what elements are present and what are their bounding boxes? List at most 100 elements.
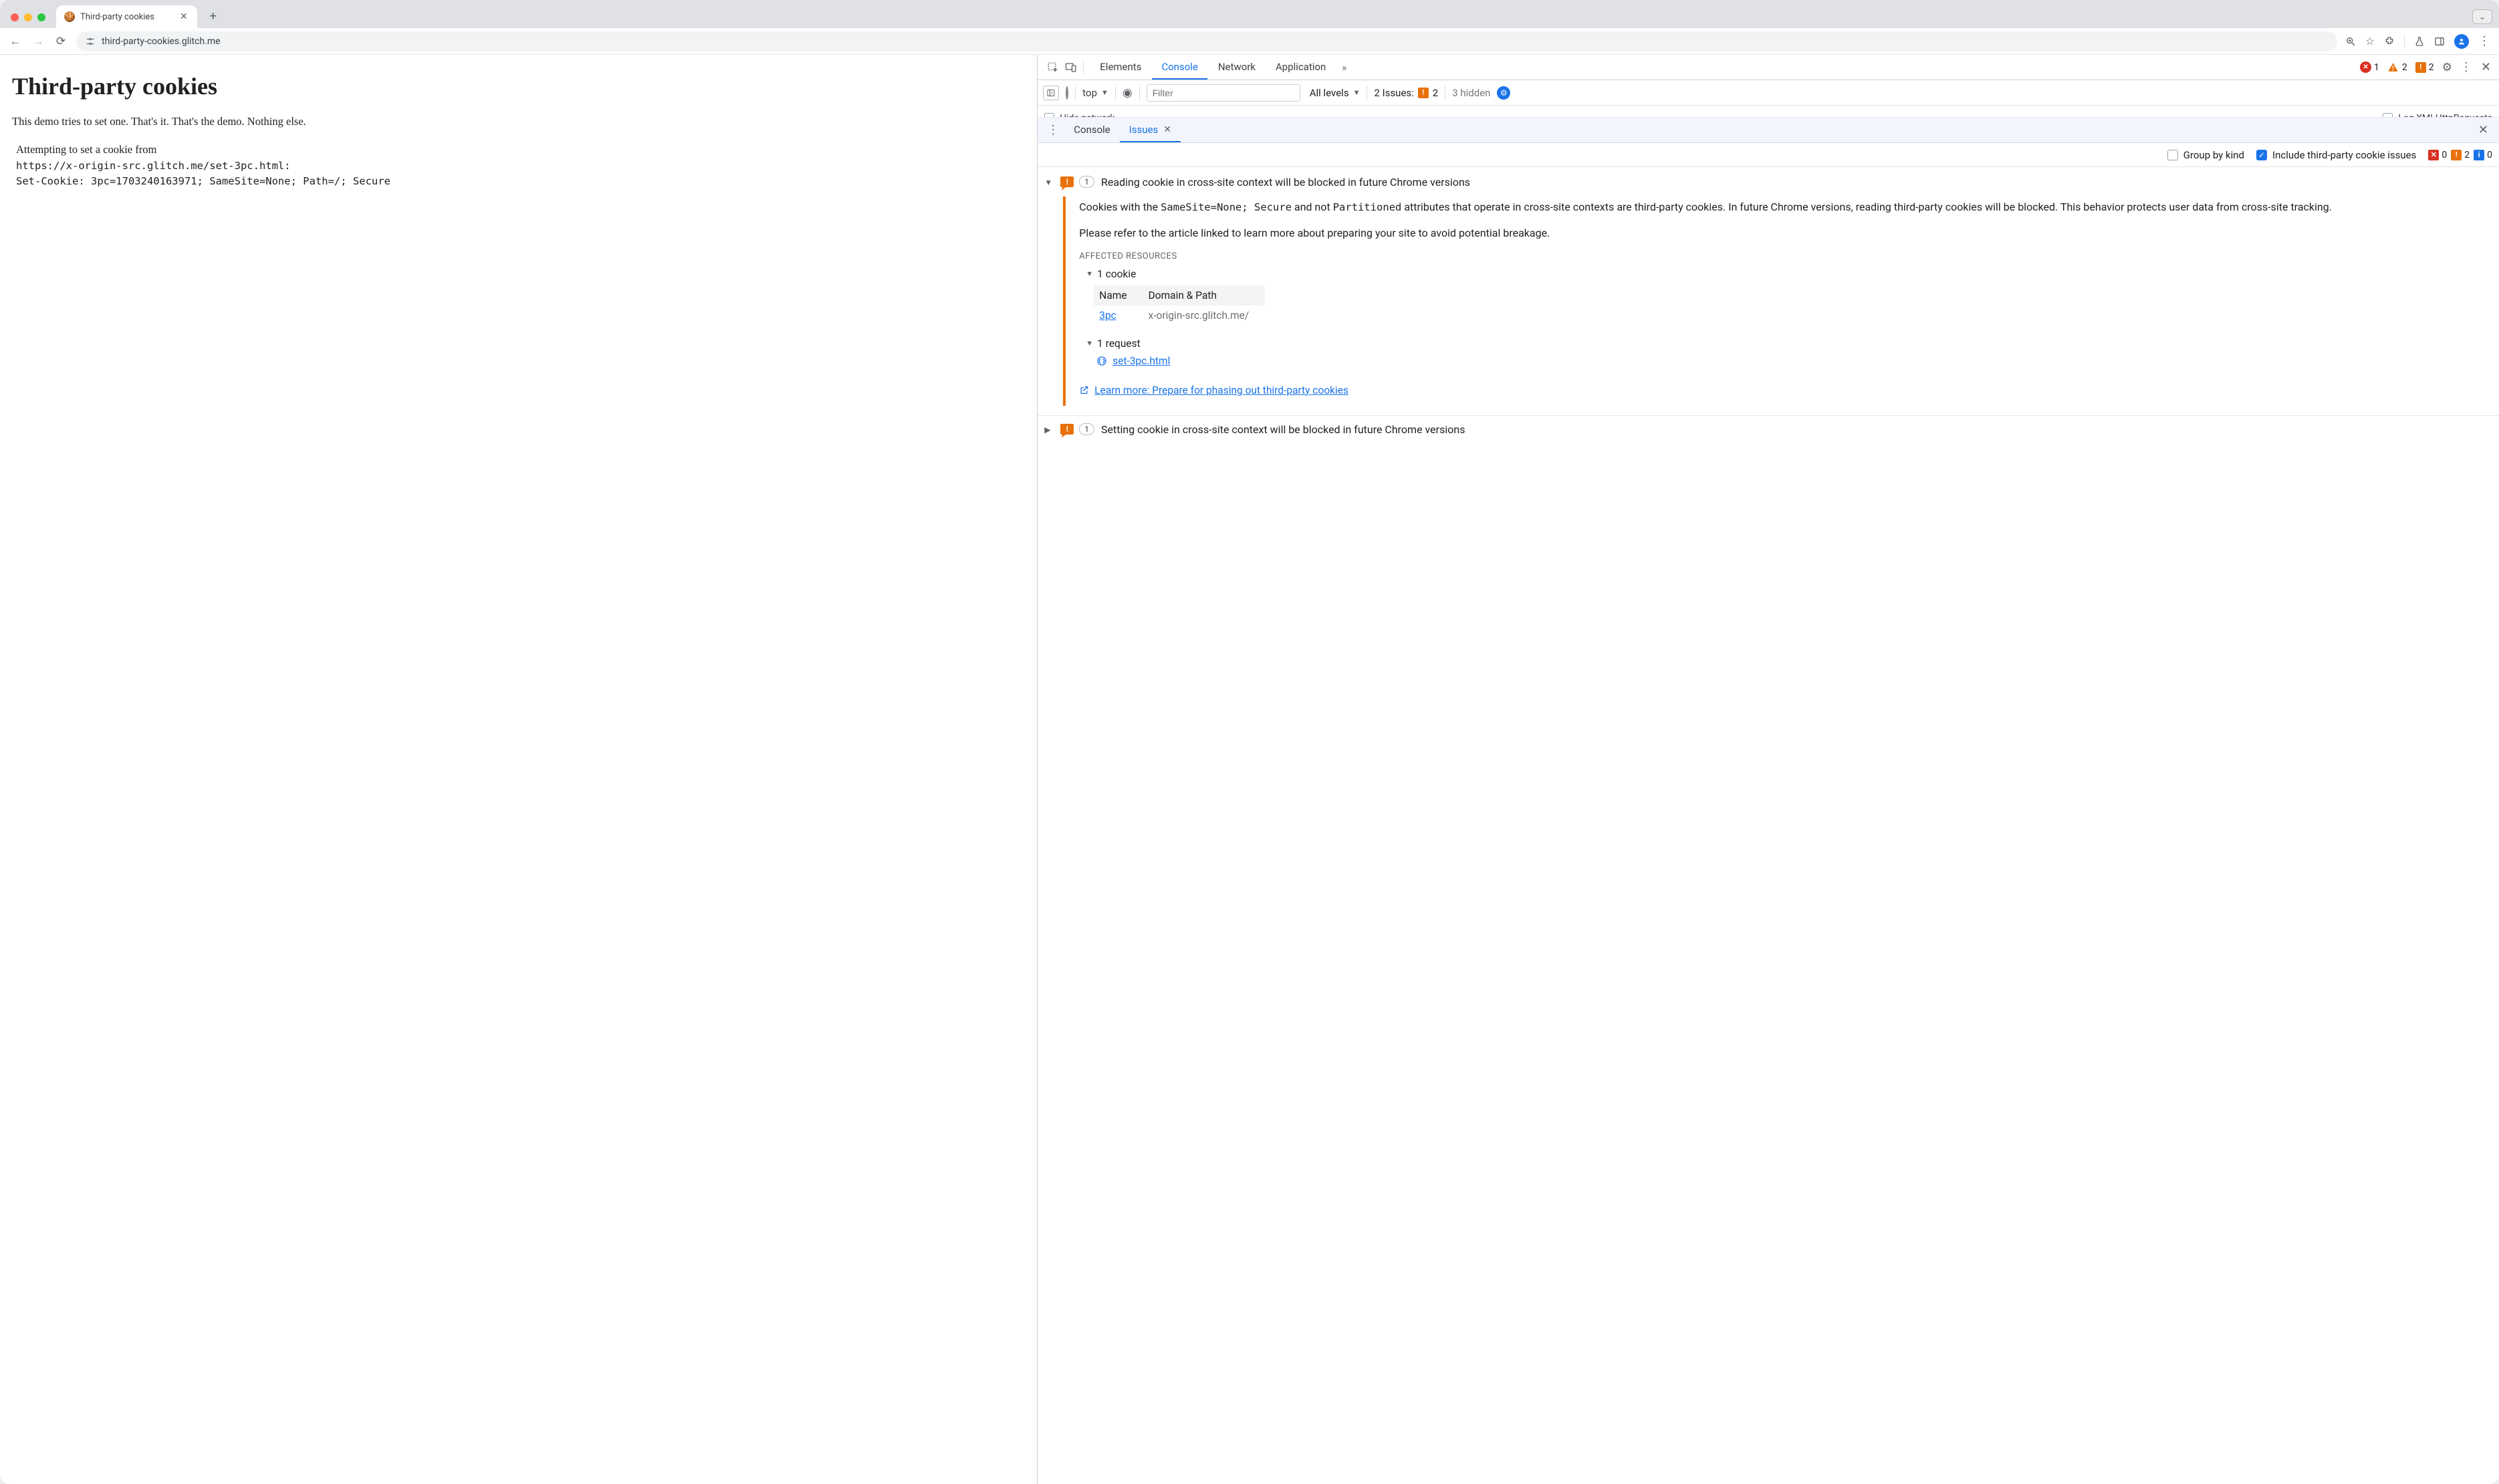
xhr-checkbox[interactable] [2383, 113, 2393, 118]
log-line-url: https://x-origin-src.glitch.me/set-3pc.h… [12, 158, 1026, 174]
bookmark-icon[interactable]: ☆ [2365, 35, 2375, 47]
severity-warning-badge[interactable]: !2 [2451, 150, 2470, 160]
error-count[interactable]: ✕ 1 [2360, 61, 2379, 73]
request-link[interactable]: set-3pc.html [1112, 355, 1170, 367]
zoom-icon[interactable] [2345, 36, 2356, 47]
expand-icon[interactable]: ▶ [1044, 424, 1054, 435]
tab-strip: 🍪 Third-party cookies ✕ + ⌄ [0, 0, 2499, 28]
tab-search-button[interactable]: ⌄ [2472, 9, 2492, 24]
issues-chip[interactable]: ! 2 [2415, 62, 2434, 73]
severity-icon: ! [1060, 424, 1072, 436]
include-label: Include third-party cookie issues [2272, 149, 2416, 161]
devtools-panel: Elements Console Network Application » ✕… [1037, 55, 2499, 1484]
devtools-settings-icon[interactable]: ⚙ [2442, 61, 2452, 74]
context-label: top [1082, 87, 1097, 99]
cookie-name-cell: 3pc [1094, 305, 1143, 326]
extensions-icon[interactable] [2384, 36, 2395, 47]
group-checkbox[interactable] [2167, 150, 2178, 160]
include-checkbox[interactable]: ✓ [2256, 150, 2267, 160]
issue-item-collapsed[interactable]: ▶ ! 1 Setting cookie in cross-site conte… [1038, 416, 2499, 439]
back-button[interactable]: ← [8, 35, 23, 48]
devtools-tabbar: Elements Console Network Application » ✕… [1038, 55, 2499, 80]
include-3p[interactable]: ✓ Include third-party cookie issues [2256, 149, 2416, 161]
context-selector[interactable]: top ▼ [1082, 87, 1108, 99]
profile-avatar-icon[interactable] [2454, 34, 2469, 49]
hide-network-label: Hide network [1060, 113, 1114, 118]
log-levels-selector[interactable]: All levels▼ [1310, 87, 1360, 99]
console-settings-icon[interactable]: ⚙ [1497, 86, 1510, 100]
browser-window: 🍪 Third-party cookies ✕ + ⌄ ← → ⟳ third-… [0, 0, 2499, 1484]
divider [1075, 86, 1076, 100]
tab-console[interactable]: Console [1152, 55, 1207, 80]
forward-button[interactable]: → [31, 35, 45, 48]
warning-count[interactable]: 2 [2387, 61, 2407, 74]
issue-item-expanded[interactable]: ▼ ! 1 Reading cookie in cross-site conte… [1038, 171, 2499, 193]
reload-button[interactable]: ⟳ [53, 35, 68, 48]
affected-cookies-table: Name Domain & Path 3pc x-origin-src.glit… [1094, 285, 1265, 326]
side-panel-icon[interactable] [2434, 36, 2445, 47]
chevron-down-icon: ▼ [1086, 269, 1093, 278]
devtools-leading-icons [1042, 60, 1089, 75]
labs-icon[interactable] [2414, 36, 2425, 47]
external-link-icon [1079, 385, 1089, 395]
warning-badge-count: 2 [2464, 150, 2470, 160]
learn-more: Learn more: Prepare for phasing out thir… [1079, 384, 2486, 396]
issue-title: Setting cookie in cross-site context wil… [1101, 422, 2492, 436]
clear-console-icon[interactable] [1066, 88, 1068, 98]
drawer-tab-console[interactable]: Console [1064, 118, 1120, 142]
affected-requests-toggle[interactable]: ▼ 1 request [1086, 338, 2486, 350]
issues-summary[interactable]: 2 Issues: ! 2 [1374, 87, 1438, 99]
hide-network-checkbox[interactable] [1044, 113, 1054, 118]
issues-list: ▼ ! 1 Reading cookie in cross-site conte… [1038, 167, 2499, 1484]
cookie-name-link[interactable]: 3pc [1099, 310, 1116, 322]
error-badge-count: 0 [2442, 150, 2447, 160]
drawer-tabbar: ⋮ Console Issues ✕ ✕ [1038, 118, 2499, 143]
devtools-status-icons: ✕ 1 2 ! 2 ⚙ ⋮ ✕ [2360, 60, 2495, 74]
drawer-menu-icon[interactable]: ⋮ [1042, 123, 1064, 137]
learn-more-link[interactable]: Learn more: Prepare for phasing out thir… [1094, 384, 1348, 396]
th-name: Name [1094, 285, 1143, 305]
affected-request-item[interactable]: set-3pc.html [1096, 355, 2486, 367]
tab-application[interactable]: Application [1266, 55, 1335, 80]
issues-badge-icon: ! [1418, 88, 1429, 98]
group-by-kind[interactable]: Group by kind [2167, 149, 2244, 161]
hidden-messages[interactable]: 3 hidden [1452, 87, 1490, 99]
devtools-menu-icon[interactable]: ⋮ [2460, 60, 2473, 74]
collapse-icon[interactable]: ▼ [1044, 175, 1054, 187]
sidebar-toggle-icon[interactable] [1043, 86, 1059, 100]
severity-error-badge[interactable]: ✕0 [2428, 150, 2447, 160]
warning-number: 2 [2402, 62, 2407, 73]
chevron-down-icon: ▼ [1101, 88, 1108, 97]
issue-details: Cookies with the SameSite=None; Secure a… [1063, 197, 2492, 406]
browser-menu-icon[interactable]: ⋮ [2478, 34, 2491, 48]
minimize-window-icon[interactable] [24, 13, 32, 21]
devtools-close-icon[interactable]: ✕ [2481, 60, 2491, 74]
group-label: Group by kind [2183, 149, 2244, 161]
page-heading: Third-party cookies [12, 72, 1026, 100]
close-window-icon[interactable] [11, 13, 19, 21]
device-toolbar-icon[interactable] [1064, 61, 1078, 74]
tab-elements[interactable]: Elements [1090, 55, 1151, 80]
address-bar[interactable]: third-party-cookies.glitch.me [76, 31, 2337, 51]
tab-close-icon[interactable]: ✕ [180, 11, 188, 22]
browser-tab[interactable]: 🍪 Third-party cookies ✕ [56, 5, 197, 28]
maximize-window-icon[interactable] [37, 13, 45, 21]
affected-cookies-toggle[interactable]: ▼ 1 cookie [1086, 268, 2486, 280]
table-row: 3pc x-origin-src.glitch.me/ [1094, 305, 1265, 326]
info-badge-count: 0 [2487, 150, 2492, 160]
inspect-element-icon[interactable] [1047, 61, 1059, 74]
drawer-tab-close-icon[interactable]: ✕ [1163, 124, 1171, 135]
new-tab-button[interactable]: + [204, 7, 223, 25]
console-options: Hide network Log XMLHttpRequests [1038, 106, 2499, 118]
tab-title: Third-party cookies [80, 12, 154, 22]
more-tabs-icon[interactable]: » [1336, 61, 1352, 74]
severity-info-badge[interactable]: i0 [2474, 150, 2492, 160]
code-fragment: Partitioned [1333, 201, 1402, 213]
drawer-tab-issues[interactable]: Issues ✕ [1120, 118, 1181, 142]
xhr-label: Log XMLHttpRequests [2398, 113, 2492, 118]
filter-input[interactable] [1147, 84, 1300, 102]
site-settings-icon[interactable] [86, 37, 95, 46]
drawer-close-icon[interactable]: ✕ [2478, 123, 2495, 137]
tab-network[interactable]: Network [1209, 55, 1265, 80]
live-expression-icon[interactable]: ◉ [1122, 86, 1133, 100]
